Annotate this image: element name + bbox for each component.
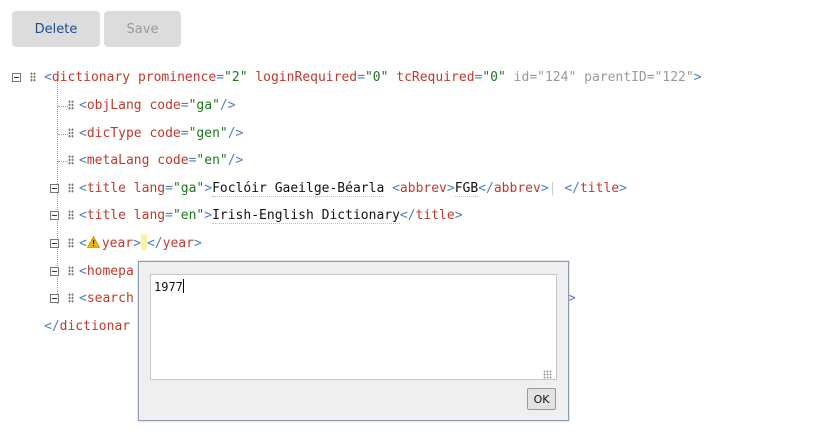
tag-name[interactable]: metaLang	[87, 153, 150, 168]
editor-value: 1977	[154, 280, 183, 294]
attr-name[interactable]: code	[157, 153, 188, 168]
attr-name[interactable]: loginRequired	[255, 70, 357, 85]
tag-name[interactable]: dictionar	[60, 319, 130, 334]
tag-name[interactable]: title	[87, 208, 126, 223]
element-dictionary-close[interactable]: </dictionar	[44, 317, 130, 337]
ok-button[interactable]: OK	[527, 388, 556, 410]
attr-value[interactable]: "ga"	[173, 181, 204, 196]
drag-handle-icon[interactable]	[68, 266, 74, 276]
element-homepage[interactable]: <homepa	[79, 262, 134, 282]
tag-name[interactable]: dictionary	[52, 70, 130, 85]
resize-handle-icon[interactable]	[543, 370, 552, 379]
warning-icon	[86, 236, 100, 248]
readonly-attr-value: "124"	[537, 70, 577, 85]
save-button[interactable]: Save	[104, 11, 181, 47]
attr-value[interactable]: "en"	[173, 208, 204, 223]
tag-name[interactable]: title	[580, 181, 619, 196]
element-metalang[interactable]: <metaLang code="en"/>	[79, 151, 243, 171]
attr-name[interactable]: prominence	[138, 70, 216, 85]
text-node[interactable]: FGB	[454, 181, 479, 197]
element-title-ga[interactable]: <title lang="ga">Foclóir Gaeilge-Béarla …	[79, 179, 627, 199]
text-editor-popup: 1977 OK	[138, 261, 569, 421]
tag-name[interactable]: abbrev	[400, 181, 447, 196]
tag-name[interactable]: homepa	[87, 264, 134, 279]
tree-guide	[58, 161, 68, 162]
element-year[interactable]: < year> </year>	[79, 234, 202, 254]
text-node[interactable]: Foclóir Gaeilge-Béarla	[212, 181, 385, 197]
readonly-attr-name: id	[513, 70, 530, 85]
attr-name[interactable]: tcRequired	[396, 70, 474, 85]
attr-value[interactable]: "0"	[365, 70, 388, 85]
attr-value[interactable]: "ga"	[189, 98, 220, 113]
tag-name[interactable]: title	[87, 181, 126, 196]
tag-name[interactable]: dicType	[87, 126, 142, 141]
drag-handle-icon[interactable]	[68, 238, 74, 248]
drag-handle-icon[interactable]	[68, 128, 74, 138]
element-dictionary[interactable]: <dictionary prominence="2" loginRequired…	[44, 68, 702, 88]
tag-name[interactable]: year	[102, 236, 133, 251]
element-dictype[interactable]: <dicType code="gen"/>	[79, 124, 243, 144]
text-node[interactable]: Irish-English Dictionary	[212, 208, 400, 224]
collapse-icon[interactable]	[50, 211, 59, 220]
drag-handle-icon[interactable]	[68, 100, 74, 110]
attr-value[interactable]: "en"	[196, 153, 227, 168]
collapse-icon[interactable]	[50, 239, 59, 248]
editor-textarea[interactable]: 1977	[150, 274, 557, 380]
attr-name[interactable]: lang	[134, 208, 165, 223]
attr-name[interactable]: code	[149, 98, 180, 113]
readonly-attr-value: "122"	[654, 70, 694, 85]
delete-button[interactable]: Delete	[12, 11, 100, 47]
collapse-icon[interactable]	[12, 73, 21, 82]
tag-name[interactable]: objLang	[87, 98, 142, 113]
element-search[interactable]: <search	[79, 289, 134, 309]
tree-guide	[58, 134, 68, 135]
tag-name[interactable]: abbrev	[494, 181, 541, 196]
tag-name[interactable]: search	[87, 291, 134, 306]
element-search-end: >	[568, 291, 576, 306]
drag-handle-icon[interactable]	[68, 293, 74, 303]
drag-handle-icon[interactable]	[30, 72, 36, 82]
attr-name[interactable]: code	[149, 126, 180, 141]
collapse-icon[interactable]	[50, 184, 59, 193]
attr-name[interactable]: lang	[134, 181, 165, 196]
tag-name[interactable]: title	[416, 208, 455, 223]
text-cursor	[182, 279, 184, 293]
drag-handle-icon[interactable]	[68, 183, 74, 193]
collapse-icon[interactable]	[50, 267, 59, 276]
drag-handle-icon[interactable]	[68, 155, 74, 165]
tree-guide	[58, 106, 68, 107]
collapse-icon[interactable]	[50, 294, 59, 303]
drag-handle-icon[interactable]	[68, 210, 74, 220]
element-objlang[interactable]: <objLang code="ga"/>	[79, 96, 236, 116]
element-title-en[interactable]: <title lang="en">Irish-English Dictionar…	[79, 206, 463, 226]
tag-name[interactable]: year	[163, 236, 194, 251]
readonly-attr-name: parentID	[584, 70, 647, 85]
attr-value[interactable]: "gen"	[189, 126, 228, 141]
attr-value[interactable]: "2"	[224, 70, 247, 85]
attr-value[interactable]: "0"	[482, 70, 505, 85]
